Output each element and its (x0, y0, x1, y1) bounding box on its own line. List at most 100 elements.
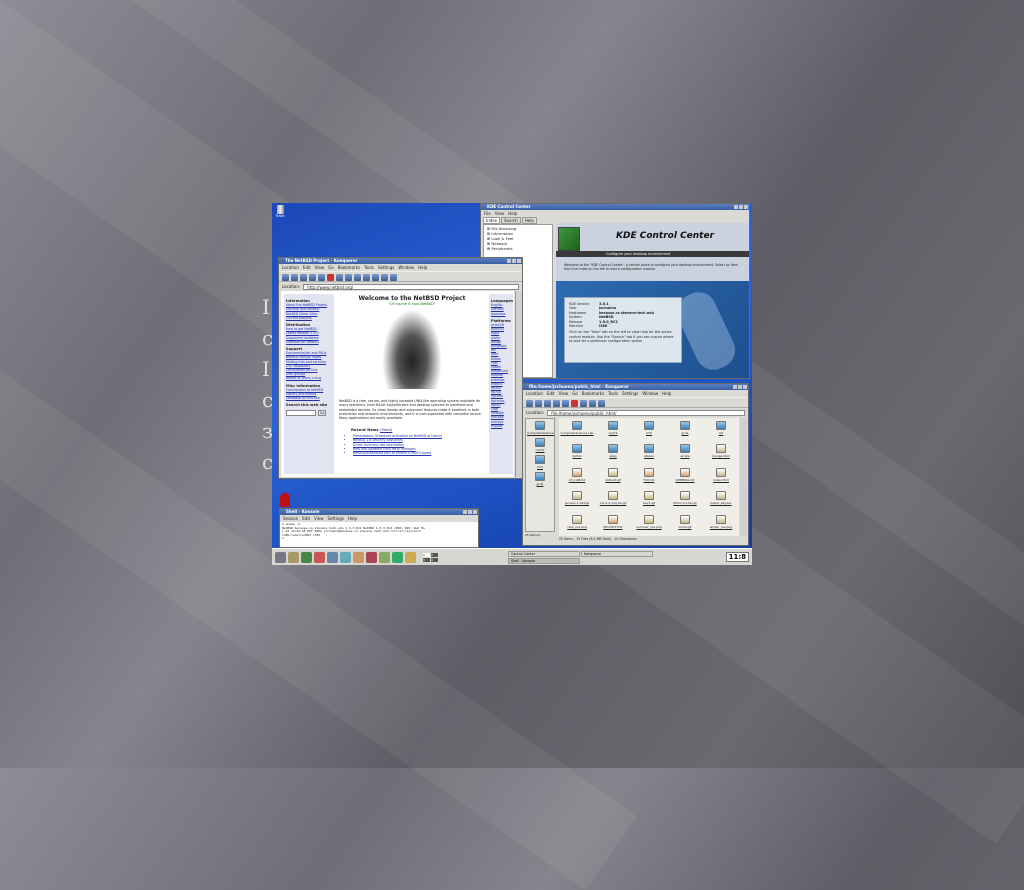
menu-item[interactable]: Window (398, 264, 414, 271)
minimize-button[interactable] (733, 385, 737, 389)
stop-icon[interactable] (327, 274, 334, 281)
news-item[interactable]: NetBSD/dreamcast port to Hitachi's PROFS… (353, 451, 442, 455)
kmenu-icon[interactable] (275, 551, 286, 563)
file-item[interactable]: efspos (631, 442, 667, 465)
home-icon[interactable] (309, 274, 316, 281)
close-button[interactable] (744, 205, 748, 209)
task-button[interactable]: Control Center (508, 550, 580, 557)
nav-link[interactable]: Feedback on this site (286, 396, 332, 400)
pager-desktop[interactable]: 4 (431, 557, 438, 562)
menu-item[interactable]: Settings (622, 390, 638, 397)
title-bar[interactable]: The NetBSD Project - Konqueror (279, 258, 522, 264)
nav-link[interactable]: Report or query a bug (286, 376, 332, 380)
nav-link[interactable]: mipsco (491, 424, 511, 428)
maximize-button[interactable] (739, 205, 743, 209)
menu-item[interactable]: Session (283, 515, 298, 522)
nav-link[interactable]: Japanese (491, 312, 511, 316)
file-item[interactable]: ebpp (595, 442, 631, 465)
file-item[interactable]: index.html (703, 466, 739, 489)
menu-item[interactable]: Go (328, 264, 334, 271)
file-item[interactable]: summer_me.png (631, 513, 667, 536)
menu-item[interactable]: Edit (303, 264, 311, 271)
file-item[interactable]: grub (526, 470, 554, 487)
url-input[interactable]: http://www.netbsd.org/ (303, 283, 519, 290)
stop-icon[interactable] (571, 400, 578, 407)
file-item[interactable]: winter_me.png (703, 513, 739, 536)
lock-icon[interactable] (390, 274, 397, 281)
terminal-output[interactable]: % uname -a NetBSD becasse.cs.stevens-tech… (280, 522, 478, 547)
reload-icon[interactable] (318, 274, 325, 281)
file-item[interactable]: key1.gif (631, 489, 667, 512)
menu-item[interactable]: Window (642, 390, 658, 397)
home-icon[interactable] (553, 400, 560, 407)
task-button[interactable]: Konqueror (581, 550, 653, 557)
tab-index[interactable]: Index (483, 217, 501, 224)
menu-view[interactable]: View (495, 210, 505, 217)
nav-link[interactable]: Current projects (286, 316, 332, 320)
site-search-button[interactable]: Go (318, 409, 327, 416)
menu-help[interactable]: Help (508, 210, 517, 217)
news-more-link[interactable]: (More) (380, 427, 392, 432)
menu-file[interactable]: File (484, 210, 491, 217)
office-icon[interactable] (379, 551, 390, 563)
close-button[interactable] (743, 385, 747, 389)
nav-link[interactable]: Software for NetBSD (286, 340, 332, 344)
reload-icon[interactable] (562, 400, 569, 407)
file-item[interactable]: public_key.asc (703, 489, 739, 512)
zoom-in-icon[interactable] (372, 274, 379, 281)
maximize-button[interactable] (738, 385, 742, 389)
back-icon[interactable] (526, 400, 533, 407)
menu-item[interactable]: Help (348, 515, 357, 522)
zoom-out-icon[interactable] (381, 274, 388, 281)
menu-item[interactable]: View (559, 390, 569, 397)
up-icon[interactable] (300, 274, 307, 281)
tab-search[interactable]: Search (501, 217, 521, 224)
file-item[interactable]: vmail.gif (667, 513, 703, 536)
file-item[interactable]: CS_LAB.txt (559, 466, 595, 489)
view-mode-icon[interactable] (598, 400, 605, 407)
forward-icon[interactable] (291, 274, 298, 281)
file-item[interactable]: SECURITY.txt (595, 513, 631, 536)
paste-icon[interactable] (354, 274, 361, 281)
back-icon[interactable] (282, 274, 289, 281)
forward-icon[interactable] (535, 400, 542, 407)
task-button[interactable]: Shell - Konsole (508, 557, 580, 564)
file-item[interactable]: Mimir-0.1.tar.gz (667, 489, 703, 512)
file-item[interactable]: CVS (631, 419, 667, 442)
maximize-button[interactable] (468, 510, 472, 514)
browser-icon[interactable] (340, 551, 351, 563)
pager-desktop[interactable]: 1 (423, 552, 430, 557)
file-item[interactable]: rash_me.png (559, 513, 595, 536)
file-item[interactable]: ComputerScience.Lab (559, 419, 595, 442)
menu-item[interactable]: Settings (378, 264, 394, 271)
file-item[interactable]: bofsol (559, 442, 595, 465)
home-folder-icon[interactable] (288, 551, 299, 563)
scrollbar[interactable] (740, 418, 747, 536)
pager-desktop[interactable]: 2 (431, 552, 438, 557)
pager-desktop[interactable]: 3 (423, 557, 430, 562)
cut-icon[interactable] (336, 274, 343, 281)
file-item[interactable]: mv-1.2.orig.tar.gz (595, 489, 631, 512)
file-item[interactable]: old (703, 419, 739, 442)
file-item[interactable]: CVS (526, 453, 554, 470)
control-center-icon[interactable] (327, 551, 338, 563)
title-bar[interactable]: KDE Control Center (481, 204, 749, 210)
zoom-out-icon[interactable] (589, 400, 596, 407)
scrollbar[interactable] (515, 291, 522, 477)
menu-item[interactable]: Bookmarks (338, 264, 360, 271)
menu-item[interactable]: Tools (608, 390, 618, 397)
file-item[interactable]: default.gif (595, 466, 631, 489)
menu-item[interactable]: View (314, 515, 324, 522)
file-item[interactable]: cs272 (526, 436, 554, 453)
menu-item[interactable]: Bookmarks (582, 390, 604, 397)
trash-desktop-icon[interactable]: Trash (275, 205, 285, 218)
menu-item[interactable]: Go (572, 390, 578, 397)
title-bar[interactable]: file:/home/jschueno/public_html - Konque… (523, 384, 748, 390)
file-item[interactable]: FAQ.txt (631, 466, 667, 489)
file-item[interactable]: errata (667, 442, 703, 465)
minimize-button[interactable] (734, 205, 738, 209)
menu-item[interactable]: Edit (547, 390, 555, 397)
minimize-button[interactable] (507, 259, 511, 263)
menu-item[interactable]: Location (282, 264, 299, 271)
help-icon[interactable] (314, 551, 325, 563)
